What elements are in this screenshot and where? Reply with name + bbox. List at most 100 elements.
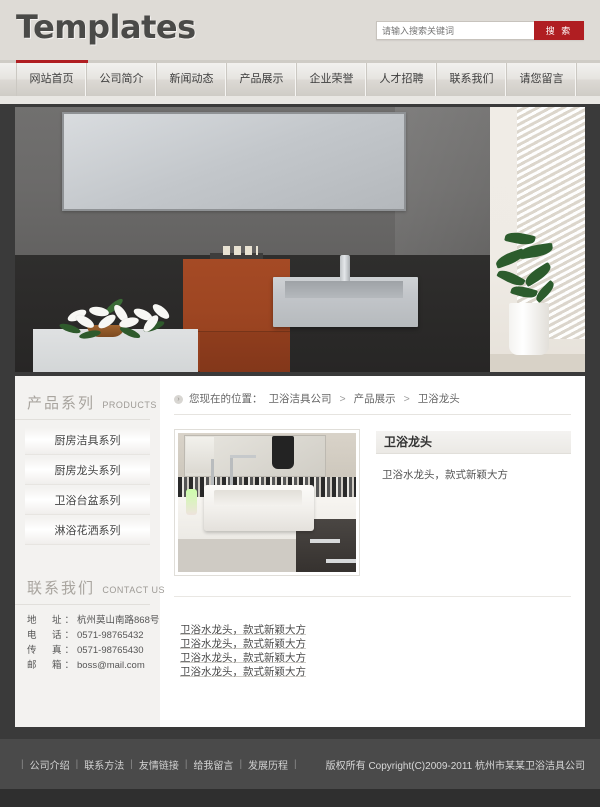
breadcrumb-separator-1: >	[339, 393, 346, 405]
footer-copyright: 版权所有 Copyright(C)2009-2011 杭州市某某卫浴洁具公司	[325, 760, 585, 772]
footer-link-friendlinks[interactable]: 友情链接	[139, 757, 179, 772]
banner-wood-vanity-base	[200, 332, 290, 372]
nav-item-guestbook[interactable]: 请您留言	[507, 63, 577, 96]
nav-item-products[interactable]: 产品展示	[227, 63, 297, 96]
breadcrumb-item-current[interactable]: 卫浴龙头	[418, 384, 460, 414]
nav-item-news[interactable]: 新闻动态	[157, 63, 227, 96]
footer-sep-4: |	[239, 758, 243, 770]
banner-lily-flowers	[57, 296, 177, 341]
breadcrumb: › 您现在的位置： 卫浴洁具公司 > 产品展示 > 卫浴龙头	[174, 384, 571, 415]
product-image-faucet-spout	[230, 455, 256, 458]
main-navigation: 网站首页 公司简介 新闻动态 产品展示 企业荣誉 人才招聘 联系我们 请您留言	[0, 60, 600, 96]
related-link-4[interactable]: 卫浴水龙头，款式新颖大方	[180, 665, 571, 679]
footer-links: | 公司介绍 | 联系方法 | 友情链接 | 给我留言 | 发展历程 |	[15, 757, 303, 772]
product-image-drawer-handle-bottom	[326, 559, 356, 563]
site-logo: Templates	[16, 8, 196, 46]
footer-sep-2: |	[130, 758, 133, 770]
footer-sep-5: |	[294, 758, 297, 770]
breadcrumb-separator-2: >	[403, 393, 410, 405]
page-root: Templates 搜 索 网站首页 公司简介 新闻动态 产品展示 企业荣誉 人…	[0, 0, 600, 807]
sidebar-item-kitchen-faucet[interactable]: 厨房龙头系列	[25, 458, 150, 485]
contact-email-label: 邮 箱：	[27, 660, 78, 671]
footer-link-guestbook[interactable]: 给我留言	[193, 757, 233, 772]
content-area: 产品系列 PRODUCTS 厨房洁具系列 厨房龙头系列 卫浴台盆系列 淋浴花洒系…	[15, 376, 585, 727]
sidebar-products-heading: 产品系列 PRODUCTS	[15, 376, 156, 420]
banner-image	[15, 107, 585, 372]
sidebar-contact-heading: 联系我们 CONTACT US	[15, 561, 165, 605]
contact-phone-row: 电 话：0571-98765432	[27, 628, 160, 643]
footer-link-contact[interactable]: 联系方法	[84, 757, 124, 772]
contact-fax-label: 传 真：	[27, 645, 78, 656]
footer-sep-3: |	[184, 758, 188, 770]
product-image-faucet-stem	[230, 455, 233, 487]
sidebar-contact-block: 联系我们 CONTACT US 地 址：杭州莫山南路868号 电 话：0571-…	[15, 561, 165, 687]
sidebar-item-shower-head[interactable]: 淋浴花洒系列	[25, 518, 150, 545]
main-column: › 您现在的位置： 卫浴洁具公司 > 产品展示 > 卫浴龙头 卫浴龙头 卫浴水龙…	[160, 376, 585, 727]
contact-address-label: 地 址：	[27, 615, 78, 626]
footer-bottom-strip	[0, 789, 600, 807]
sidebar-contact-title-en: CONTACT US	[102, 585, 166, 595]
contact-email-value: boss@mail.com	[77, 660, 145, 671]
sidebar-products-title-cn: 产品系列	[27, 394, 96, 412]
banner-floor	[490, 354, 585, 372]
sidebar-contact-lines: 地 址：杭州莫山南路868号 电 话：0571-98765432 传 真：057…	[15, 605, 160, 687]
nav-item-home[interactable]: 网站首页	[16, 63, 87, 96]
contact-fax-row: 传 真：0571-98765430	[27, 643, 160, 658]
product-image-sink	[204, 485, 314, 531]
search-input[interactable]	[376, 21, 534, 40]
chevron-right-icon: ›	[174, 394, 183, 404]
sidebar-products-title-en: PRODUCTS	[102, 400, 157, 410]
footer-sep-1: |	[75, 758, 79, 770]
footer-link-history[interactable]: 发展历程	[248, 757, 288, 772]
nav-active-indicator	[16, 60, 88, 63]
nav-shadow-strip	[0, 96, 600, 104]
banner-jars	[223, 246, 258, 255]
banner-mirror	[62, 112, 406, 211]
nav-list: 网站首页 公司简介 新闻动态 产品展示 企业荣誉 人才招聘 联系我们 请您留言	[0, 63, 600, 96]
contact-address-row: 地 址：杭州莫山南路868号	[27, 613, 160, 628]
contact-phone-label: 电 话：	[27, 630, 78, 641]
product-image-window	[186, 437, 214, 473]
product-image-drawer-handle-top	[310, 539, 340, 543]
product-title: 卫浴龙头	[376, 431, 571, 454]
banner-section	[0, 104, 600, 376]
footer-sep-0: |	[21, 758, 24, 770]
site-footer: | 公司介绍 | 联系方法 | 友情链接 | 给我留言 | 发展历程 | 版权所…	[0, 739, 600, 789]
product-image-faucet-back	[211, 459, 214, 487]
related-links-list: 卫浴水龙头，款式新颖大方 卫浴水龙头，款式新颖大方 卫浴水龙头，款式新颖大方 卫…	[174, 597, 571, 679]
nav-item-about[interactable]: 公司简介	[87, 63, 157, 96]
banner-wall-basin	[273, 277, 418, 327]
banner-potted-plant	[493, 229, 557, 304]
nav-item-honors[interactable]: 企业荣誉	[297, 63, 367, 96]
product-detail: 卫浴龙头 卫浴水龙头，款式新颖大方	[174, 415, 571, 576]
banner-faucet	[340, 255, 350, 281]
contact-phone-value: 0571-98765432	[77, 630, 144, 641]
content-bottom-spacer	[174, 679, 571, 727]
related-link-2[interactable]: 卫浴水龙头，款式新颖大方	[180, 637, 571, 651]
sidebar-item-kitchen-sanitary[interactable]: 厨房洁具系列	[25, 428, 150, 455]
product-image	[178, 433, 356, 572]
site-header: Templates 搜 索	[0, 0, 600, 60]
sidebar: 产品系列 PRODUCTS 厨房洁具系列 厨房龙头系列 卫浴台盆系列 淋浴花洒系…	[15, 376, 165, 727]
related-link-3[interactable]: 卫浴水龙头，款式新颖大方	[180, 651, 571, 665]
banner-basin-interior	[285, 281, 403, 298]
search-button[interactable]: 搜 索	[534, 21, 584, 40]
search-box: 搜 索	[376, 21, 584, 40]
breadcrumb-prefix: 您现在的位置：	[189, 393, 263, 405]
contact-email-row: 邮 箱：boss@mail.com	[27, 658, 160, 673]
breadcrumb-item-products[interactable]: 产品展示	[354, 384, 396, 414]
nav-item-careers[interactable]: 人才招聘	[367, 63, 437, 96]
footer-link-about[interactable]: 公司介绍	[30, 757, 70, 772]
product-image-sink-basin	[214, 490, 302, 506]
product-description: 卫浴水龙头，款式新颖大方	[382, 469, 508, 481]
related-link-1[interactable]: 卫浴水龙头，款式新颖大方	[180, 623, 571, 637]
breadcrumb-item-company[interactable]: 卫浴洁具公司	[269, 384, 332, 414]
nav-item-contact[interactable]: 联系我们	[437, 63, 507, 96]
product-image-frame[interactable]	[174, 429, 360, 576]
footer-inner: | 公司介绍 | 联系方法 | 友情链接 | 给我留言 | 发展历程 | 版权所…	[15, 739, 585, 789]
sidebar-category-list: 厨房洁具系列 厨房龙头系列 卫浴台盆系列 淋浴花洒系列	[15, 428, 160, 545]
sidebar-item-bath-basin[interactable]: 卫浴台盆系列	[25, 488, 150, 515]
product-info: 卫浴龙头 卫浴水龙头，款式新颖大方	[376, 429, 571, 576]
product-image-soap-dispenser	[186, 489, 197, 515]
product-image-towel	[272, 436, 294, 469]
